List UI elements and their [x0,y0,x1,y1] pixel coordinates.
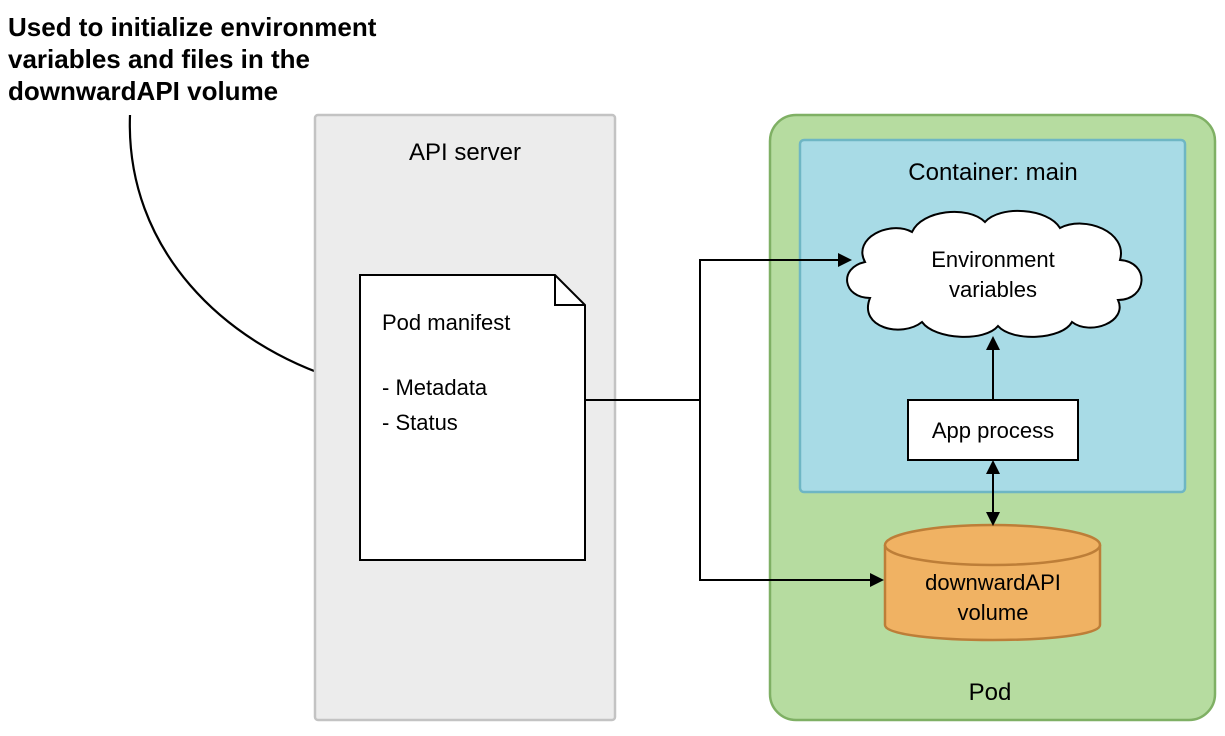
pod-manifest-item1: - Metadata [382,375,488,400]
annotation-group: Used to initialize environment variables… [8,12,377,106]
volume-label-2: volume [958,600,1029,625]
diagram-root: Used to initialize environment variables… [0,0,1225,736]
annotation-line-2: variables and files in the [8,44,310,74]
env-vars-label-2: variables [949,277,1037,302]
env-vars-cloud: Environment variables [847,211,1141,337]
app-process-box: App process [908,400,1078,460]
annotation-line-3: downwardAPI volume [8,76,278,106]
annotation-arrow [130,115,340,382]
container-main-label: Container: main [908,159,1077,186]
pod-box: Pod Container: main Environment variable… [770,115,1215,720]
api-server-label: API server [409,139,521,166]
app-process-label: App process [932,418,1054,443]
pod-manifest-doc: Pod manifest - Metadata - Status [360,275,585,560]
api-server-box: API server Pod manifest - Metadata - Sta… [315,115,615,720]
volume-label-1: downwardAPI [925,570,1061,595]
downwardapi-volume-cylinder: downwardAPI volume [885,525,1100,640]
container-main-box: Container: main Environment variables Ap… [800,140,1185,492]
pod-label: Pod [969,679,1012,706]
pod-manifest-item2: - Status [382,410,458,435]
env-vars-label-1: Environment [931,247,1055,272]
annotation-line-1: Used to initialize environment [8,12,377,42]
pod-manifest-title: Pod manifest [382,310,510,335]
